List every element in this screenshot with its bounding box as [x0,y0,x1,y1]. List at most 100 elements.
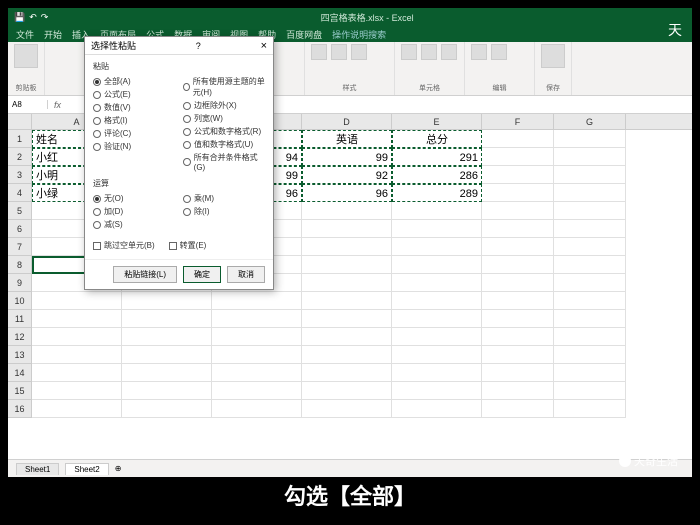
cell[interactable] [212,310,302,328]
cell[interactable] [122,346,212,364]
cell[interactable] [212,400,302,418]
cell[interactable]: 总分 [392,130,482,148]
cell[interactable] [554,130,626,148]
ok-button[interactable]: 确定 [183,266,221,283]
close-icon[interactable]: × [261,40,267,52]
cell[interactable]: 92 [302,166,392,184]
cell[interactable] [554,148,626,166]
cell[interactable]: 99 [302,148,392,166]
cell[interactable] [392,238,482,256]
cell[interactable] [392,256,482,274]
cell[interactable] [482,184,554,202]
cell[interactable] [392,346,482,364]
cell[interactable] [212,292,302,310]
cell[interactable] [302,328,392,346]
radio-option[interactable]: 格式(I) [93,115,175,126]
row-header[interactable]: 7 [8,238,32,256]
cell[interactable] [212,346,302,364]
cell[interactable] [554,256,626,274]
radio-option[interactable]: 数值(V) [93,102,175,113]
col-e[interactable]: E [392,114,482,129]
cell[interactable]: 289 [392,184,482,202]
cell[interactable] [392,292,482,310]
cell[interactable] [122,400,212,418]
row-header[interactable]: 9 [8,274,32,292]
cell[interactable] [32,328,122,346]
cell[interactable] [482,130,554,148]
cond-format-icon[interactable] [311,44,327,60]
cell[interactable] [482,256,554,274]
radio-option[interactable]: 减(S) [93,219,175,230]
row-header[interactable]: 15 [8,382,32,400]
sort-icon[interactable] [491,44,507,60]
cell[interactable] [392,202,482,220]
tab-baidu[interactable]: 百度网盘 [286,28,322,41]
paste-icon[interactable] [14,44,38,68]
cell[interactable] [32,292,122,310]
cell[interactable] [554,238,626,256]
radio-option[interactable]: 评论(C) [93,128,175,139]
cell[interactable] [554,346,626,364]
row-header[interactable]: 5 [8,202,32,220]
row-header[interactable]: 1 [8,130,32,148]
cell[interactable] [302,256,392,274]
cell[interactable] [482,400,554,418]
row-header[interactable]: 2 [8,148,32,166]
cell[interactable] [302,238,392,256]
tab-home[interactable]: 开始 [44,28,62,41]
radio-option[interactable]: 值和数字格式(U) [183,139,265,150]
cell[interactable] [302,220,392,238]
cell[interactable] [302,400,392,418]
col-g[interactable]: G [554,114,626,129]
row-header[interactable]: 13 [8,346,32,364]
radio-option[interactable]: 公式(E) [93,89,175,100]
format-icon[interactable] [441,44,457,60]
cell[interactable] [554,202,626,220]
cell[interactable]: 286 [392,166,482,184]
cell[interactable] [392,220,482,238]
cell[interactable] [554,328,626,346]
cell[interactable] [302,346,392,364]
col-f[interactable]: F [482,114,554,129]
cell[interactable] [554,310,626,328]
row-header[interactable]: 16 [8,400,32,418]
cell[interactable] [554,292,626,310]
cell[interactable] [302,274,392,292]
row-header[interactable]: 10 [8,292,32,310]
sheet-tab-2[interactable]: Sheet2 [65,463,108,475]
name-box[interactable]: A8 [8,100,48,109]
row-header[interactable]: 4 [8,184,32,202]
cell[interactable] [302,364,392,382]
radio-option[interactable]: 乘(M) [183,193,265,204]
cell[interactable] [302,202,392,220]
row-header[interactable]: 11 [8,310,32,328]
cell[interactable] [32,382,122,400]
radio-option[interactable]: 所有合并条件格式(G) [183,152,265,172]
undo-icon[interactable]: ↶ [29,12,37,23]
cell[interactable] [482,274,554,292]
redo-icon[interactable]: ↷ [41,12,49,23]
cell[interactable] [302,382,392,400]
radio-option[interactable]: 列宽(W) [183,113,265,124]
radio-option[interactable]: 所有使用源主题的单元(H) [183,76,265,98]
tab-search[interactable]: 操作说明搜索 [332,28,386,41]
cell[interactable] [302,310,392,328]
col-d[interactable]: D [302,114,392,129]
cell[interactable] [302,292,392,310]
cell[interactable] [392,364,482,382]
cancel-button[interactable]: 取消 [227,266,265,283]
cell[interactable] [212,382,302,400]
cell[interactable] [554,166,626,184]
tab-file[interactable]: 文件 [16,28,34,41]
radio-option[interactable]: 验证(N) [93,141,175,152]
cell[interactable] [32,346,122,364]
radio-option[interactable]: 无(O) [93,193,175,204]
cell[interactable] [392,328,482,346]
cell[interactable] [392,382,482,400]
cell[interactable] [392,274,482,292]
cell[interactable]: 291 [392,148,482,166]
row-header[interactable]: 14 [8,364,32,382]
insert-icon[interactable] [401,44,417,60]
cell[interactable] [482,148,554,166]
row-header[interactable]: 12 [8,328,32,346]
